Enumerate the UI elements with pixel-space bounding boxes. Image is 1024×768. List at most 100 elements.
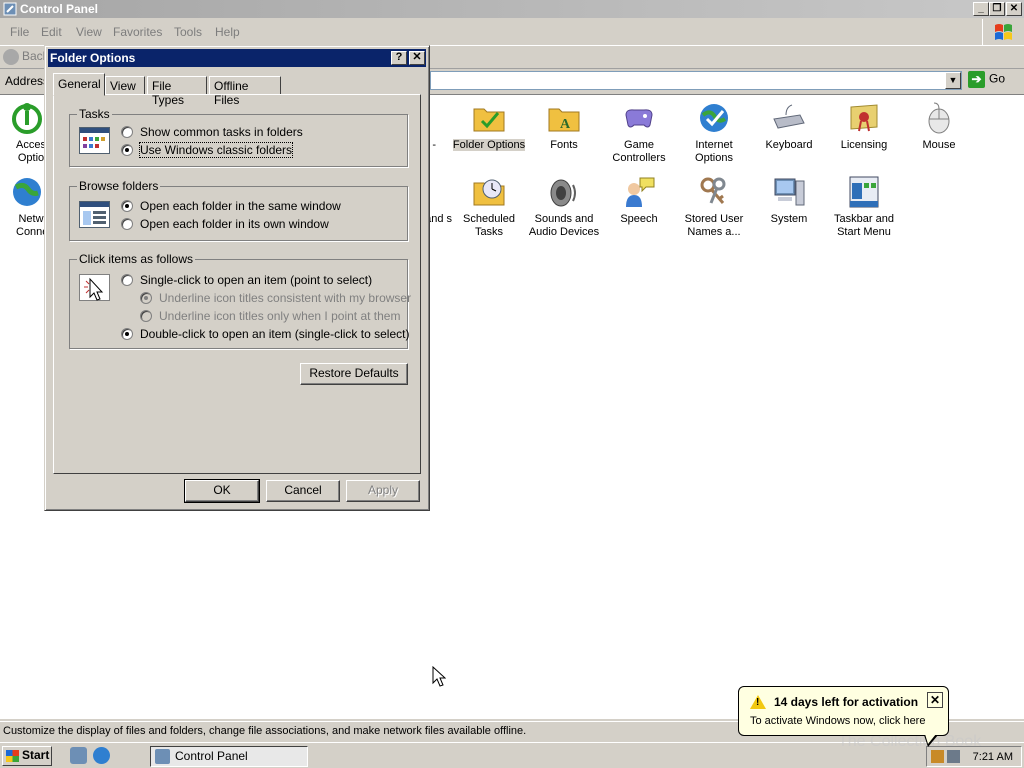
address-label: Address — [5, 74, 50, 88]
cp-item-sounds[interactable]: Sounds and Audio Devices — [527, 175, 601, 239]
cp-item-folder-options[interactable]: Folder Options — [452, 101, 526, 152]
option-label: Open each folder in its own window — [140, 217, 329, 231]
tab-view[interactable]: View — [105, 76, 145, 95]
address-input[interactable]: ▼ — [430, 71, 962, 90]
cp-item-fonts[interactable]: A Fonts — [527, 101, 601, 152]
option-label: Single-click to open an item (point to s… — [140, 273, 373, 287]
tab-strip: General View File Types Offline Files — [53, 73, 423, 107]
help-button[interactable]: ? — [391, 51, 407, 65]
cp-item-label: Scheduled Tasks — [463, 213, 515, 238]
activation-keys-icon[interactable] — [931, 750, 944, 763]
dialog-title: Folder Options — [50, 51, 136, 65]
radio-underline-point[interactable] — [140, 310, 152, 322]
cp-item-stored-user-names[interactable]: Stored User Names a... — [677, 175, 751, 239]
tab-general[interactable]: General — [53, 73, 105, 96]
clock[interactable]: 7:21 AM — [973, 751, 1013, 763]
cp-item-label: Game Controllers — [612, 139, 666, 164]
folder-options-icon — [472, 101, 506, 135]
keys-icon — [697, 175, 731, 209]
dialog-close-button[interactable]: ✕ — [409, 51, 425, 65]
cp-item-taskbar-start-menu[interactable]: Taskbar and Start Menu — [827, 175, 901, 239]
minimize-button[interactable]: _ — [973, 2, 989, 16]
cp-item-speech[interactable]: Speech — [602, 175, 676, 226]
click-items-group: Click items as follows Single-click to o… — [69, 252, 411, 349]
window-title: Control Panel — [20, 2, 99, 16]
scheduled-tasks-icon — [472, 175, 506, 209]
cp-item-mouse[interactable]: Mouse — [902, 101, 976, 152]
cp-item-licensing[interactable]: Licensing — [827, 101, 901, 152]
taskbar-button-control-panel[interactable]: Control Panel — [150, 746, 308, 767]
cp-item-internet-options[interactable]: Internet Options — [677, 101, 751, 165]
cp-item-label: Stored User Names a... — [684, 213, 744, 238]
go-label: Go — [989, 71, 1006, 86]
tasks-group-title: Tasks — [77, 107, 112, 121]
balloon-close-button[interactable]: ✕ — [927, 692, 943, 708]
show-desktop-icon[interactable] — [70, 747, 87, 764]
general-tab-panel: Tasks Show common tasks in folders Use W… — [53, 94, 421, 474]
go-button[interactable]: ➔ Go — [968, 71, 1018, 90]
network-tray-icon[interactable] — [947, 750, 960, 763]
task-label: Control Panel — [175, 749, 248, 763]
menu-view[interactable]: View — [76, 25, 102, 39]
menu-tools[interactable]: Tools — [174, 25, 202, 39]
radio-use-classic-folders[interactable] — [121, 144, 133, 156]
control-panel-icon — [3, 2, 17, 16]
folder-options-dialog: Folder Options ? ✕ General View File Typ… — [44, 45, 430, 511]
restore-button[interactable]: ❐ — [989, 2, 1005, 16]
windows-flag-icon — [6, 750, 19, 762]
cp-item-label: Access Optio — [16, 139, 52, 164]
start-button[interactable]: Start — [2, 746, 52, 766]
speaker-icon — [547, 175, 581, 209]
internet-explorer-icon[interactable] — [93, 747, 110, 764]
cp-item-label: Taskbar and Start Menu — [834, 213, 894, 238]
cp-item-game-controllers[interactable]: Game Controllers — [602, 101, 676, 165]
window-title-bar[interactable]: Control Panel _ ❐ ✕ — [0, 0, 1024, 18]
restore-defaults-button[interactable]: Restore Defaults — [300, 363, 408, 385]
cp-item-label: Sounds and Audio Devices — [528, 213, 600, 238]
cp-item-label: Internet Options — [695, 139, 733, 164]
warning-mark: ! — [756, 697, 760, 708]
cp-item-label: Mouse — [922, 139, 956, 151]
fonts-folder-icon: A — [547, 101, 581, 135]
cp-item-keyboard[interactable]: Keyboard — [752, 101, 826, 152]
radio-underline-browser[interactable] — [140, 292, 152, 304]
option-label: Underline icon titles only when I point … — [159, 309, 401, 323]
option-label: Use Windows classic folders — [138, 142, 294, 158]
click-group-title: Click items as follows — [77, 252, 196, 266]
apply-button[interactable]: Apply — [346, 480, 420, 502]
menu-edit[interactable]: Edit — [41, 25, 62, 39]
mouse-cursor — [432, 665, 447, 691]
menu-file[interactable]: File — [10, 25, 29, 39]
cancel-button[interactable]: Cancel — [266, 480, 340, 502]
radio-same-window[interactable] — [121, 200, 133, 212]
cp-item-label: Speech — [620, 213, 658, 225]
ok-button[interactable]: OK — [184, 479, 260, 503]
option-label: Double-click to open an item (single-cli… — [140, 327, 410, 341]
radio-own-window[interactable] — [121, 218, 133, 230]
address-dropdown-button[interactable]: ▼ — [945, 72, 961, 89]
close-button[interactable]: ✕ — [1006, 2, 1022, 16]
balloon-tail-fill — [925, 734, 936, 744]
network-globe-icon — [10, 175, 44, 209]
cp-item-scheduled-tasks[interactable]: Scheduled Tasks — [452, 175, 526, 239]
status-text: Customize the display of files and folde… — [3, 725, 527, 737]
tab-file-types[interactable]: File Types — [147, 76, 207, 107]
balloon-text[interactable]: To activate Windows now, click here — [750, 715, 925, 727]
licensing-certificate-icon — [847, 101, 881, 135]
menu-help[interactable]: Help — [215, 25, 240, 39]
radio-double-click[interactable] — [121, 328, 133, 340]
mouse-icon — [922, 101, 956, 135]
balloon-title: 14 days left for activation — [774, 695, 919, 709]
radio-single-click[interactable] — [121, 274, 133, 286]
back-button[interactable]: Back — [3, 49, 49, 65]
activation-balloon[interactable]: ! 14 days left for activation To activat… — [738, 686, 949, 747]
system-computer-icon — [772, 175, 806, 209]
accessibility-icon — [10, 101, 44, 135]
tab-offline-files[interactable]: Offline Files — [209, 76, 281, 107]
dialog-title-bar[interactable]: Folder Options ? ✕ — [48, 49, 426, 67]
cp-item-label: Licensing — [840, 139, 888, 151]
menu-favorites[interactable]: Favorites — [113, 25, 162, 39]
radio-show-common-tasks[interactable] — [121, 126, 133, 138]
cp-item-system[interactable]: System — [752, 175, 826, 226]
browse-folders-group: Browse folders Open each folder in the s… — [69, 179, 408, 241]
